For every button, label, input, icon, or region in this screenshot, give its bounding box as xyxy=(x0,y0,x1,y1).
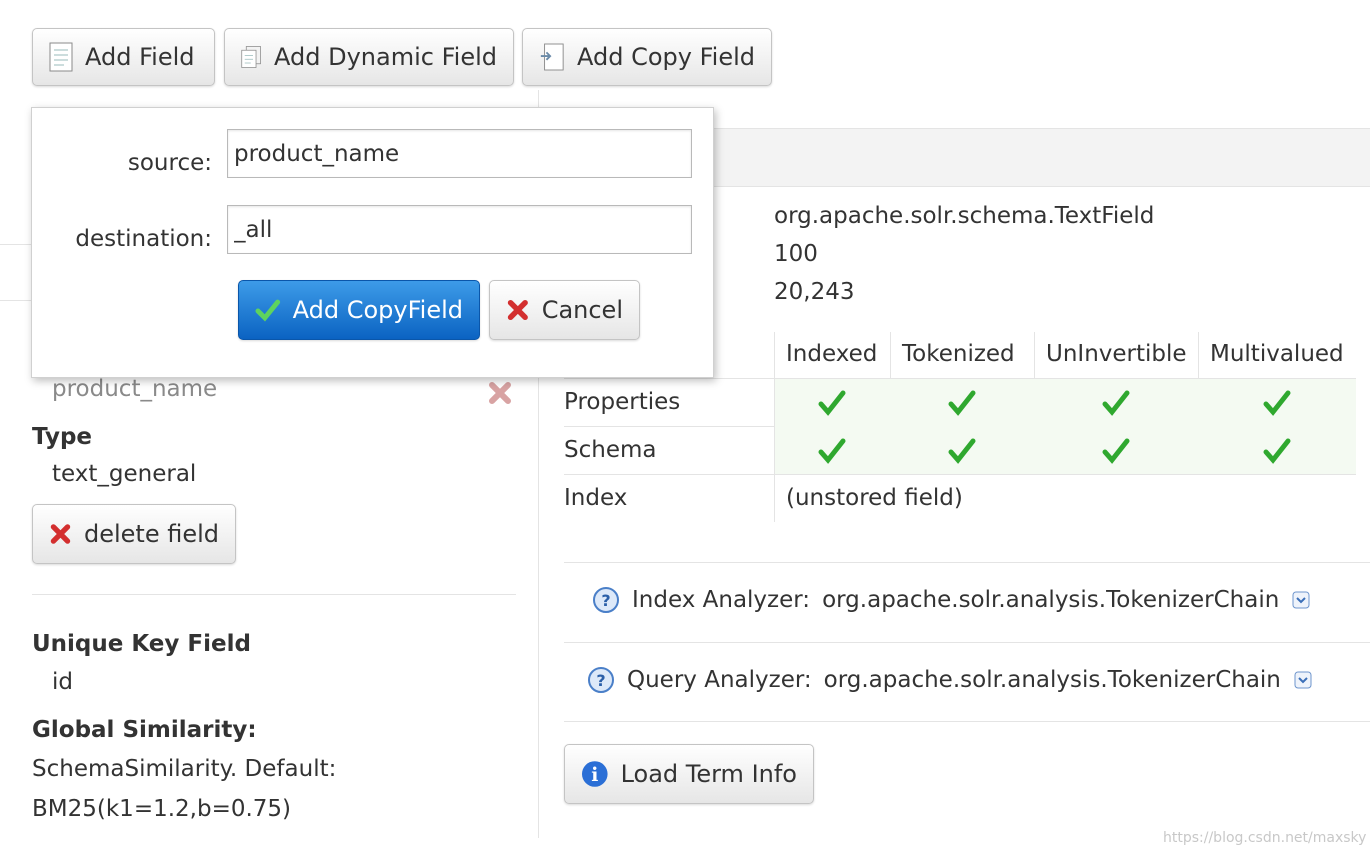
row-label-index: Index xyxy=(564,485,628,511)
source-label: source: xyxy=(127,150,212,176)
add-copy-field-popup: source: destination: Add CopyField Cance… xyxy=(31,107,714,378)
query-analyzer-value: org.apache.solr.analysis.TokenizerChain xyxy=(823,667,1281,693)
type-heading: Type xyxy=(32,424,93,450)
index-analyzer-value: org.apache.solr.analysis.TokenizerChain xyxy=(822,587,1280,613)
add-field-label: Add Field xyxy=(85,43,195,71)
unique-key-value: id xyxy=(52,669,73,695)
svg-text:?: ? xyxy=(596,671,605,690)
add-dynamic-field-button[interactable]: Add Dynamic Field xyxy=(224,28,514,86)
query-analyzer-label: Query Analyzer: xyxy=(627,667,812,693)
left-row-line xyxy=(0,300,32,301)
expand-icon[interactable] xyxy=(1291,590,1311,610)
close-icon xyxy=(507,299,528,321)
add-dynamic-field-label: Add Dynamic Field xyxy=(274,43,497,71)
analyzer-divider xyxy=(564,721,1370,722)
field-value-100: 100 xyxy=(774,241,818,267)
header-tokenized: Tokenized xyxy=(902,341,1015,367)
add-copyfield-submit-label: Add CopyField xyxy=(292,296,463,324)
index-analyzer-row[interactable]: ? Index Analyzer: org.apache.solr.analys… xyxy=(592,586,1311,614)
header-multivalued: Multivalued xyxy=(1210,341,1344,367)
copy-source-item: product_name xyxy=(52,376,218,402)
check-icon xyxy=(948,438,976,464)
load-term-info-label: Load Term Info xyxy=(620,760,797,788)
header-uninvertible: UnInvertible xyxy=(1046,341,1187,367)
expand-icon[interactable] xyxy=(1293,670,1313,690)
cancel-label: Cancel xyxy=(541,296,623,324)
delete-field-button[interactable]: delete field xyxy=(32,504,236,564)
remove-copy-field-icon[interactable] xyxy=(487,380,513,406)
table-hline xyxy=(564,474,1356,475)
left-row-line xyxy=(0,244,32,245)
check-icon xyxy=(255,299,281,322)
global-similarity-heading: Global Similarity: xyxy=(32,717,257,743)
analyzer-divider xyxy=(564,642,1370,643)
add-copy-field-label: Add Copy Field xyxy=(577,43,755,71)
check-icon xyxy=(818,438,846,464)
query-analyzer-row[interactable]: ? Query Analyzer: org.apache.solr.analys… xyxy=(587,666,1313,694)
destination-label: destination: xyxy=(75,226,212,252)
field-doc-count: 20,243 xyxy=(774,279,855,305)
add-field-button[interactable]: Add Field xyxy=(32,28,215,86)
svg-text:i: i xyxy=(591,764,598,786)
index-unstored-text: (unstored field) xyxy=(786,485,963,511)
help-icon: ? xyxy=(593,587,619,613)
copy-document-icon xyxy=(540,43,564,71)
svg-text:?: ? xyxy=(601,591,610,610)
documents-icon xyxy=(241,46,261,68)
destination-input[interactable] xyxy=(227,205,692,254)
row-label-schema: Schema xyxy=(564,437,657,463)
info-icon: i xyxy=(581,761,608,787)
left-divider xyxy=(32,594,516,595)
check-icon xyxy=(818,390,846,416)
check-icon xyxy=(1263,390,1291,416)
row-label-properties: Properties xyxy=(564,389,681,415)
source-input[interactable] xyxy=(227,129,692,178)
check-icon xyxy=(948,390,976,416)
document-icon xyxy=(49,42,73,72)
header-indexed: Indexed xyxy=(786,341,878,367)
add-copyfield-submit-button[interactable]: Add CopyField xyxy=(238,280,480,340)
check-icon xyxy=(1263,438,1291,464)
global-similarity-line2: BM25(k1=1.2,b=0.75) xyxy=(32,796,292,822)
field-class-name: org.apache.solr.schema.TextField xyxy=(774,203,1155,229)
delete-icon xyxy=(50,524,71,544)
help-icon: ? xyxy=(588,667,614,693)
check-icon xyxy=(1102,390,1130,416)
watermark: https://blog.csdn.net/maxsky xyxy=(1163,830,1367,846)
add-copy-field-button[interactable]: Add Copy Field xyxy=(522,28,772,86)
load-term-info-button[interactable]: i Load Term Info xyxy=(564,744,814,804)
index-analyzer-label: Index Analyzer: xyxy=(632,587,811,613)
delete-field-label: delete field xyxy=(83,520,219,548)
type-value: text_general xyxy=(52,461,197,487)
analyzer-divider xyxy=(564,562,1370,563)
global-similarity-line1: SchemaSimilarity. Default: xyxy=(32,756,337,782)
cancel-button[interactable]: Cancel xyxy=(489,280,640,340)
check-icon xyxy=(1102,438,1130,464)
unique-key-heading: Unique Key Field xyxy=(32,631,251,657)
